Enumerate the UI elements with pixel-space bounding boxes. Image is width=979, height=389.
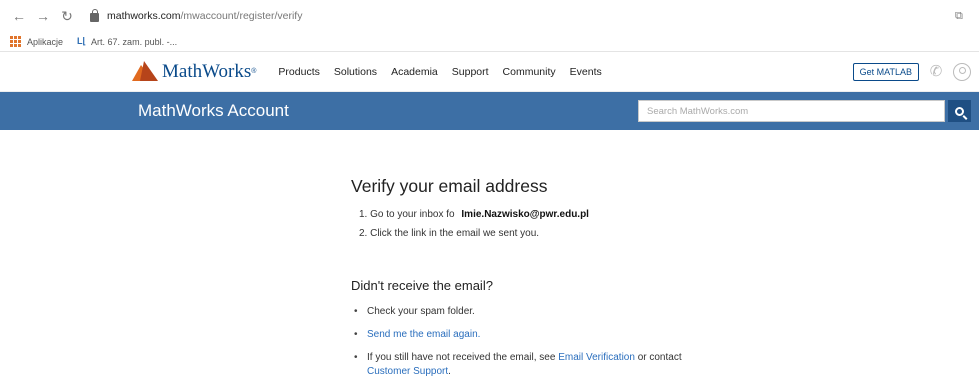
customer-support-link[interactable]: Customer Support [367, 366, 448, 377]
verify-content: Verify your email address 1. Go to your … [351, 176, 771, 388]
search-input[interactable] [638, 100, 945, 122]
verify-steps: 1. Go to your inbox fo Imie.Nazwisko@pwr… [351, 209, 771, 239]
tip-contact-suffix: . [448, 366, 451, 377]
tip-resend: Send me the email again. [351, 328, 771, 342]
email-address: Imie.Nazwisko@pwr.edu.pl [461, 209, 589, 220]
main-nav: Products Solutions Academia Support Comm… [278, 66, 601, 78]
resend-email-link[interactable]: Send me the email again. [367, 329, 480, 340]
get-matlab-button[interactable]: Get MATLAB [852, 62, 919, 81]
tip-contact-middle: or contact [637, 352, 682, 363]
tip-contact: If you still have not received the email… [351, 351, 771, 379]
back-icon[interactable]: ← [10, 8, 28, 24]
lock-icon [90, 8, 99, 22]
nav-products[interactable]: Products [278, 66, 319, 78]
site-search [638, 100, 971, 122]
help-tips: Check your spam folder. Send me the emai… [351, 305, 771, 379]
help-heading: Didn't receive the email? [351, 278, 493, 293]
nav-community[interactable]: Community [503, 66, 556, 78]
bookmark-apps-label: Aplikacje [27, 36, 64, 47]
membrane-logo-icon [132, 60, 158, 83]
step-1-text: 1. Go to your inbox fo [359, 209, 455, 220]
url-path: /mwaccount/register/verify [180, 10, 303, 22]
bookmark-apps[interactable]: Aplikacje [10, 36, 63, 47]
forward-icon[interactable]: → [34, 8, 52, 24]
nav-events[interactable]: Events [570, 66, 602, 78]
header-actions: Get MATLAB ✆ [852, 62, 971, 81]
bookmarks-bar: Aplikacje L⌊ Art. 67. zam. publ. -... [0, 32, 979, 52]
step-1: 1. Go to your inbox fo Imie.Nazwisko@pwr… [359, 209, 771, 220]
search-button[interactable] [948, 100, 971, 122]
verify-heading: Verify your email address [351, 176, 548, 196]
bookmark-favicon-icon: L⌊ [77, 36, 87, 46]
nav-support[interactable]: Support [452, 66, 489, 78]
url-host: mathworks.com [107, 10, 181, 22]
translate-icon[interactable]: ⧉ [955, 10, 969, 23]
email-verification-link[interactable]: Email Verification [558, 352, 635, 363]
registered-mark-icon: ® [251, 68, 257, 75]
address-bar[interactable]: mathworks.com/mwaccount/register/verify [90, 4, 955, 28]
step-2: 2. Click the link in the email we sent y… [359, 228, 540, 239]
phone-icon[interactable]: ✆ [927, 63, 945, 81]
logo-text: MathWorks [162, 60, 252, 82]
user-account-icon[interactable] [953, 62, 971, 81]
bookmark-item[interactable]: L⌊ Art. 67. zam. publ. -... [77, 36, 177, 47]
tip-contact-prefix: If you still have not received the email… [367, 352, 556, 363]
page-title: MathWorks Account [138, 101, 289, 120]
site-header: MathWorks ® Products Solutions Academia S… [0, 52, 979, 92]
browser-toolbar: ← → ↻ mathworks.com/mwaccount/register/v… [0, 0, 979, 32]
account-band: MathWorks Account [0, 92, 979, 130]
mathworks-logo[interactable]: MathWorks ® [132, 60, 257, 83]
nav-academia[interactable]: Academia [391, 66, 438, 78]
nav-solutions[interactable]: Solutions [334, 66, 377, 78]
tip-spam: Check your spam folder. [351, 305, 771, 319]
apps-grid-icon [10, 36, 21, 47]
reload-icon[interactable]: ↻ [58, 8, 76, 25]
search-icon [955, 106, 964, 116]
bookmark-item-label: Art. 67. zam. publ. -... [91, 36, 178, 47]
